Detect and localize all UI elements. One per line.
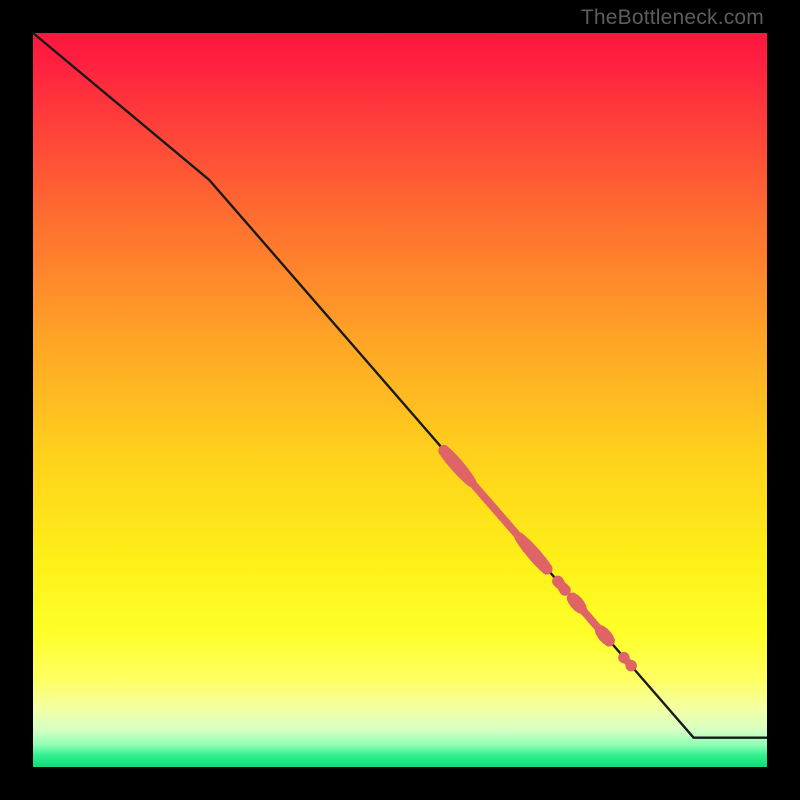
chart-frame: TheBottleneck.com xyxy=(0,0,800,800)
dotted-highlights xyxy=(438,445,637,672)
curve-group xyxy=(33,33,767,738)
highlight-dot xyxy=(541,563,552,574)
highlight-dot xyxy=(604,635,615,646)
main-curve xyxy=(33,33,767,738)
chart-overlay xyxy=(33,33,767,767)
watermark-text: TheBottleneck.com xyxy=(581,6,764,30)
plot-area xyxy=(33,33,767,767)
highlight-dot xyxy=(626,660,637,671)
